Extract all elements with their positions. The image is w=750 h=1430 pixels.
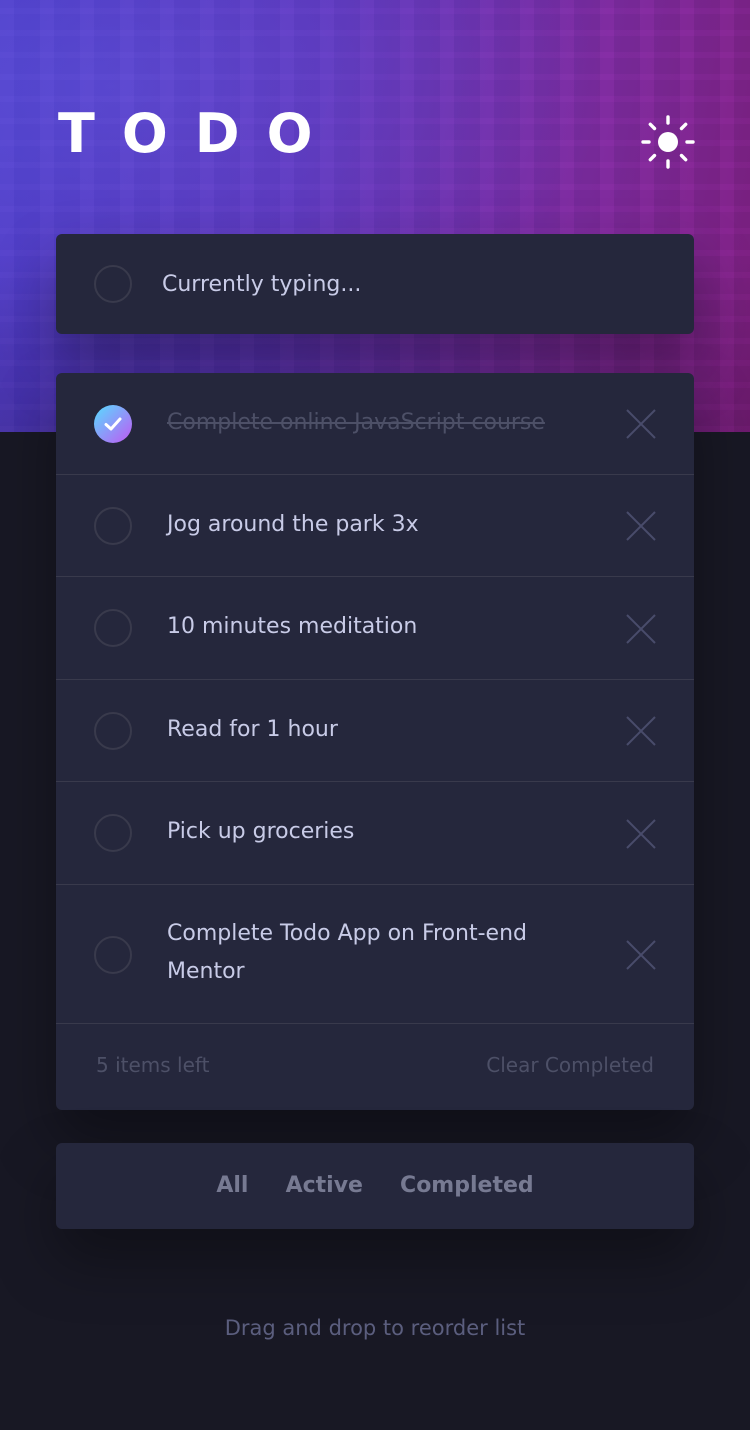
todo-text: Pick up groceries [167,819,355,844]
todo-text: Jog around the park 3x [167,512,419,537]
sun-icon [641,115,695,169]
todo-item[interactable]: Read for 1 hour [56,680,694,782]
close-icon [626,716,656,746]
header-background [0,0,750,432]
close-icon [626,511,656,541]
close-icon [626,614,656,644]
close-icon [626,819,656,849]
close-icon [626,409,656,439]
todo-checkbox[interactable] [94,814,132,852]
delete-todo-button[interactable] [624,407,658,441]
todo-text: Complete Todo App on Front-end Mentor [167,921,527,984]
new-todo-input[interactable] [162,262,662,306]
new-todo-card [56,234,694,334]
filter-bar: All Active Completed [56,1143,694,1229]
list-footer: 5 items left Clear Completed [56,1024,694,1110]
todo-text: 10 minutes meditation [167,614,418,639]
filter-active[interactable]: Active [286,1143,363,1229]
reorder-hint: Drag and drop to reorder list [224,1316,526,1340]
todo-text: Read for 1 hour [167,717,338,742]
new-todo-checkbox[interactable] [94,265,132,303]
todo-text: Complete online JavaScript course [167,410,545,435]
delete-todo-button[interactable] [624,938,658,972]
todo-item[interactable]: Complete Todo App on Front-end Mentor [56,885,694,1024]
todo-checkbox-checked[interactable] [94,405,132,443]
check-icon [104,417,122,431]
clear-completed-button[interactable]: Clear Completed [486,1053,654,1077]
close-icon [626,940,656,970]
todo-list: Complete online JavaScript course Jog ar… [56,373,694,1110]
theme-toggle-button[interactable] [640,114,696,170]
todo-checkbox[interactable] [94,507,132,545]
todo-checkbox[interactable] [94,936,132,974]
todo-item[interactable]: Jog around the park 3x [56,475,694,577]
todo-item[interactable]: 10 minutes meditation [56,577,694,680]
filter-completed[interactable]: Completed [400,1143,534,1229]
todo-item[interactable]: Pick up groceries [56,782,694,885]
delete-todo-button[interactable] [624,612,658,646]
todo-checkbox[interactable] [94,609,132,647]
app-title: TODO [58,102,340,165]
todo-checkbox[interactable] [94,712,132,750]
delete-todo-button[interactable] [624,714,658,748]
filter-all[interactable]: All [216,1143,248,1229]
todo-item[interactable]: Complete online JavaScript course [56,373,694,475]
items-left-count: 5 items left [96,1053,210,1077]
delete-todo-button[interactable] [624,817,658,851]
delete-todo-button[interactable] [624,509,658,543]
